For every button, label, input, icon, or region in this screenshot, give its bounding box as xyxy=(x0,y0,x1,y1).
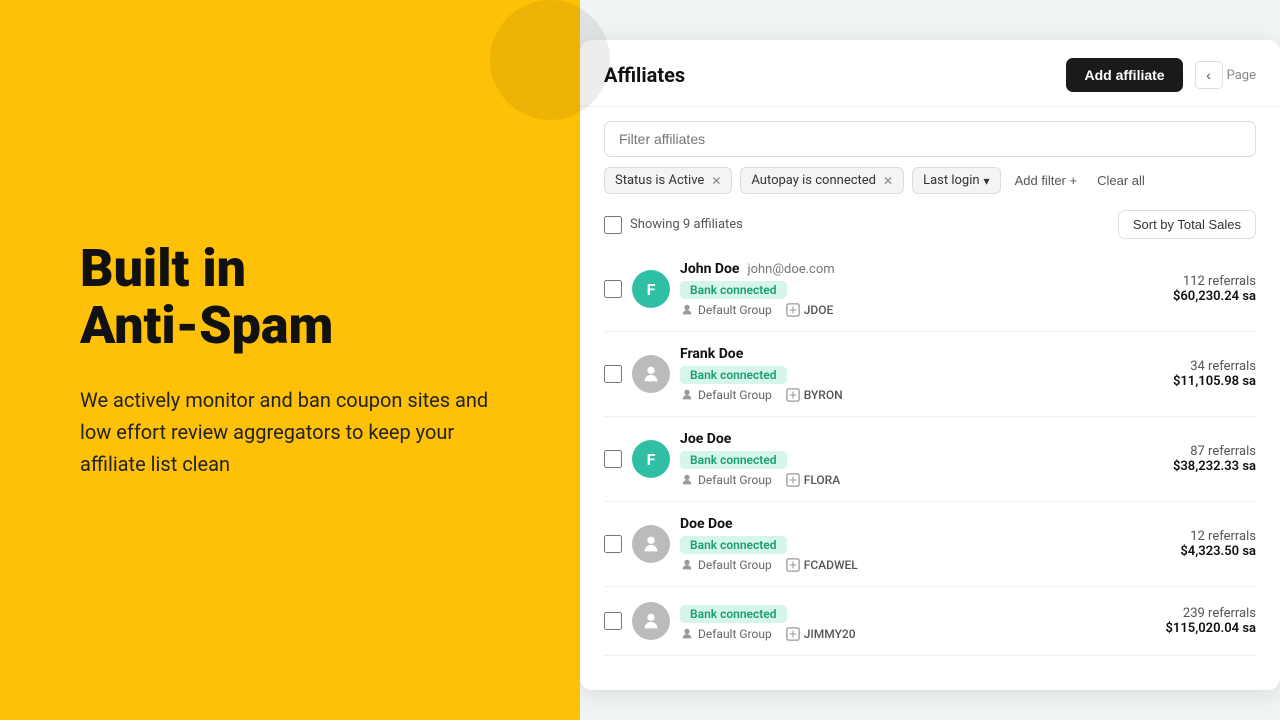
bank-badge: Bank connected xyxy=(680,536,787,554)
showing-label: Showing 9 affiliates xyxy=(604,216,743,234)
filter-tag-autopay-remove[interactable]: ✕ xyxy=(883,174,893,188)
row-checkbox[interactable] xyxy=(604,450,622,468)
affiliate-info: Doe Doe Bank connected Default Group FCA… xyxy=(680,516,1116,572)
affiliate-name: Frank Doe xyxy=(680,346,743,362)
page-nav: ‹ Page xyxy=(1195,61,1256,89)
affiliate-meta: Default Group JDOE xyxy=(680,303,1116,317)
affiliate-meta: Default Group JIMMY20 xyxy=(680,627,1116,641)
affiliate-name-row: Doe Doe xyxy=(680,516,1116,532)
affiliate-name-row: John Doe john@doe.com xyxy=(680,261,1116,277)
description-text: We actively monitor and ban coupon sites… xyxy=(80,384,500,480)
filter-tag-lastlogin[interactable]: Last login ▾ xyxy=(912,167,1001,194)
right-panel: Affiliates Add affiliate ‹ Page Status i… xyxy=(580,0,1280,720)
row-checkbox[interactable] xyxy=(604,365,622,383)
avatar xyxy=(632,525,670,563)
affiliate-name: Joe Doe xyxy=(680,431,731,447)
affiliate-meta: Default Group FLORA xyxy=(680,473,1116,487)
affiliate-info: John Doe john@doe.com Bank connected Def… xyxy=(680,261,1116,317)
sales-amount: $115,020.04 sa xyxy=(1126,621,1256,636)
filter-tag-status-remove[interactable]: ✕ xyxy=(711,174,721,188)
row-checkbox[interactable] xyxy=(604,280,622,298)
add-filter-button[interactable]: Add filter + xyxy=(1009,168,1084,193)
bank-badge: Bank connected xyxy=(680,281,787,299)
header-right: Add affiliate ‹ Page xyxy=(1066,58,1256,92)
bank-badge: Bank connected xyxy=(680,605,787,623)
affiliate-name: John Doe xyxy=(680,261,739,277)
code-label: FLORA xyxy=(786,473,841,487)
table-header: Showing 9 affiliates Sort by Total Sales xyxy=(580,200,1280,243)
sales-amount: $60,230.24 sa xyxy=(1126,289,1256,304)
decorative-shape xyxy=(490,0,610,120)
row-checkbox[interactable] xyxy=(604,612,622,630)
affiliate-stats: 12 referrals $4,323.50 sa xyxy=(1126,529,1256,559)
affiliate-name-row: Frank Doe xyxy=(680,346,1116,362)
group-label: Default Group xyxy=(680,627,772,641)
affiliates-card: Affiliates Add affiliate ‹ Page Status i… xyxy=(580,40,1280,690)
showing-count: Showing 9 affiliates xyxy=(630,217,743,232)
group-label: Default Group xyxy=(680,303,772,317)
affiliate-info: Frank Doe Bank connected Default Group B… xyxy=(680,346,1116,402)
referrals-count: 34 referrals xyxy=(1126,359,1256,374)
group-label: Default Group xyxy=(680,558,772,572)
affiliate-info: Joe Doe Bank connected Default Group FLO… xyxy=(680,431,1116,487)
affiliate-list: F John Doe john@doe.com Bank connected D… xyxy=(580,247,1280,656)
chevron-down-icon: ▾ xyxy=(984,174,990,188)
affiliate-stats: 112 referrals $60,230.24 sa xyxy=(1126,274,1256,304)
code-label: FCADWEL xyxy=(786,558,858,572)
avatar: F xyxy=(632,270,670,308)
avatar: F xyxy=(632,440,670,478)
affiliate-name: Doe Doe xyxy=(680,516,733,532)
bank-badge: Bank connected xyxy=(680,451,787,469)
filter-tag-status-label: Status is Active xyxy=(615,173,704,188)
referrals-count: 12 referrals xyxy=(1126,529,1256,544)
sales-amount: $4,323.50 sa xyxy=(1126,544,1256,559)
card-header: Affiliates Add affiliate ‹ Page xyxy=(580,40,1280,107)
filter-tag-autopay-label: Autopay is connected xyxy=(751,173,876,188)
avatar xyxy=(632,355,670,393)
code-label: JDOE xyxy=(786,303,834,317)
avatar xyxy=(632,602,670,640)
add-affiliate-button[interactable]: Add affiliate xyxy=(1066,58,1182,92)
referrals-count: 87 referrals xyxy=(1126,444,1256,459)
filter-tag-status[interactable]: Status is Active ✕ xyxy=(604,167,732,194)
table-row: Doe Doe Bank connected Default Group FCA… xyxy=(604,502,1256,587)
sales-amount: $38,232.33 sa xyxy=(1126,459,1256,474)
affiliate-meta: Default Group BYRON xyxy=(680,388,1116,402)
table-row: F Joe Doe Bank connected Default Group xyxy=(604,417,1256,502)
search-input[interactable] xyxy=(604,121,1256,157)
left-panel: Built in Anti-Spam We actively monitor a… xyxy=(0,0,580,720)
sort-button[interactable]: Sort by Total Sales xyxy=(1118,210,1256,239)
code-label: JIMMY20 xyxy=(786,627,856,641)
heading-line2: Anti-Spam xyxy=(80,295,333,356)
filter-tag-autopay[interactable]: Autopay is connected ✕ xyxy=(740,167,904,194)
page-label: Page xyxy=(1227,68,1256,83)
filter-area: Status is Active ✕ Autopay is connected … xyxy=(580,107,1280,194)
affiliate-stats: 87 referrals $38,232.33 sa xyxy=(1126,444,1256,474)
select-all-checkbox[interactable] xyxy=(604,216,622,234)
affiliate-name-row: Joe Doe xyxy=(680,431,1116,447)
code-label: BYRON xyxy=(786,388,843,402)
affiliate-stats: 34 referrals $11,105.98 sa xyxy=(1126,359,1256,389)
group-label: Default Group xyxy=(680,388,772,402)
table-row: Bank connected Default Group JIMMY20 239 xyxy=(604,587,1256,656)
card-title: Affiliates xyxy=(604,63,685,87)
row-checkbox[interactable] xyxy=(604,535,622,553)
affiliate-stats: 239 referrals $115,020.04 sa xyxy=(1126,606,1256,636)
affiliate-info: Bank connected Default Group JIMMY20 xyxy=(680,601,1116,641)
bank-badge: Bank connected xyxy=(680,366,787,384)
clear-all-button[interactable]: Clear all xyxy=(1091,168,1151,193)
filter-tag-lastlogin-label: Last login xyxy=(923,173,979,188)
prev-page-button[interactable]: ‹ xyxy=(1195,61,1223,89)
referrals-count: 239 referrals xyxy=(1126,606,1256,621)
affiliate-email: john@doe.com xyxy=(747,262,834,277)
heading-line1: Built in xyxy=(80,238,246,299)
affiliate-meta: Default Group FCADWEL xyxy=(680,558,1116,572)
table-row: Frank Doe Bank connected Default Group B… xyxy=(604,332,1256,417)
main-heading: Built in Anti-Spam xyxy=(80,240,500,354)
filter-tags: Status is Active ✕ Autopay is connected … xyxy=(604,167,1256,194)
group-label: Default Group xyxy=(680,473,772,487)
referrals-count: 112 referrals xyxy=(1126,274,1256,289)
table-row: F John Doe john@doe.com Bank connected D… xyxy=(604,247,1256,332)
sales-amount: $11,105.98 sa xyxy=(1126,374,1256,389)
